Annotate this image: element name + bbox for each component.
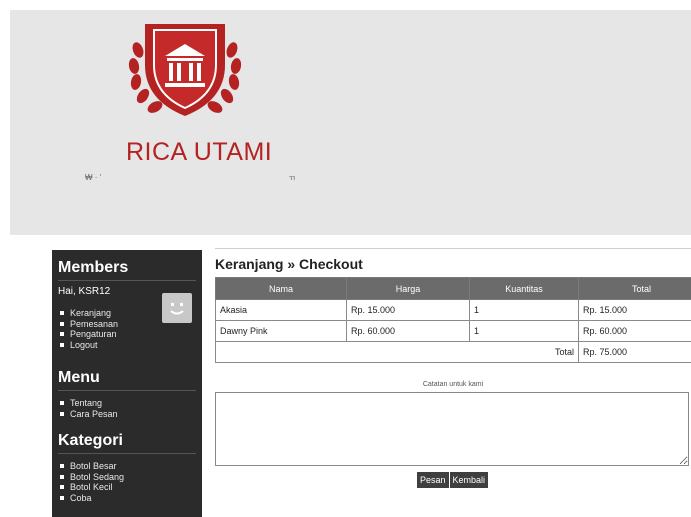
column-header-harga: Harga xyxy=(346,277,470,300)
site-header: RICA UTAMI ₩ · ' ㄲ xyxy=(10,10,691,235)
members-list: Keranjang Pemesanan Pengaturan Logout xyxy=(58,308,118,350)
sidebar-item-cara-pesan[interactable]: Cara Pesan xyxy=(58,409,118,420)
members-divider xyxy=(58,280,196,281)
kategori-divider xyxy=(58,453,196,454)
column-header-nama: Nama xyxy=(215,277,347,300)
total-value: Rp. 75.000 xyxy=(578,341,691,363)
column-header-kuantitas: Kuantitas xyxy=(469,277,579,300)
cell-harga: Rp. 60.000 xyxy=(346,320,470,342)
main-divider xyxy=(215,248,691,249)
sidebar-item-botol-besar[interactable]: Botol Besar xyxy=(58,461,124,472)
sidebar-item-pengaturan[interactable]: Pengaturan xyxy=(58,329,118,340)
column-header-total: Total xyxy=(578,277,691,300)
note-label: Catatan untuk kami xyxy=(422,381,484,388)
table-row: Dawny Pink Rp. 60.000 1 Rp. 60.000 xyxy=(215,320,691,342)
total-row: Total Rp. 75.000 xyxy=(215,341,691,363)
cell-kuantitas: 1 xyxy=(469,320,579,342)
brand-name: RICA UTAMI xyxy=(126,138,273,166)
cart-table: Nama Harga Kuantitas Total Akasia Rp. 15… xyxy=(215,277,691,363)
action-buttons: Pesan Kembali xyxy=(417,470,489,488)
cell-harga: Rp. 15.000 xyxy=(346,299,470,321)
cell-total: Rp. 60.000 xyxy=(578,320,691,342)
sidebar-item-coba[interactable]: Coba xyxy=(58,493,124,504)
table-header-row: Nama Harga Kuantitas Total xyxy=(215,277,691,300)
sidebar-item-botol-kecil[interactable]: Botol Kecil xyxy=(58,482,124,493)
pesan-button[interactable]: Pesan xyxy=(417,472,449,488)
table-row: Akasia Rp. 15.000 1 Rp. 15.000 xyxy=(215,299,691,321)
menu-heading: Menu xyxy=(58,369,100,386)
menu-list: Tentang Cara Pesan xyxy=(58,398,118,419)
header-garbled-text-left: ₩ · ' xyxy=(85,173,102,182)
kategori-list: Botol Besar Botol Sedang Botol Kecil Cob… xyxy=(58,461,124,503)
cell-nama: Akasia xyxy=(215,299,347,321)
page-title: Keranjang » Checkout xyxy=(215,256,363,272)
avatar xyxy=(162,293,192,323)
members-heading: Members xyxy=(58,259,129,276)
smiley-icon xyxy=(170,303,184,315)
sidebar-item-tentang[interactable]: Tentang xyxy=(58,398,118,409)
menu-divider xyxy=(58,390,196,391)
total-label: Total xyxy=(215,341,579,363)
kategori-heading: Kategori xyxy=(58,432,123,449)
sidebar-item-logout[interactable]: Logout xyxy=(58,340,118,351)
cell-nama: Dawny Pink xyxy=(215,320,347,342)
note-textarea[interactable] xyxy=(215,392,689,466)
user-greeting: Hai, KSR12 xyxy=(58,286,111,297)
sidebar-item-keranjang[interactable]: Keranjang xyxy=(58,308,118,319)
kembali-button[interactable]: Kembali xyxy=(449,472,489,488)
sidebar-item-pemesanan[interactable]: Pemesanan xyxy=(58,319,118,330)
cell-total: Rp. 15.000 xyxy=(578,299,691,321)
header-garbled-text-right: ㄲ xyxy=(288,174,296,183)
cell-kuantitas: 1 xyxy=(469,299,579,321)
sidebar-item-botol-sedang[interactable]: Botol Sedang xyxy=(58,472,124,483)
sidebar: Members Hai, KSR12 Keranjang Pemesanan P… xyxy=(52,250,202,517)
